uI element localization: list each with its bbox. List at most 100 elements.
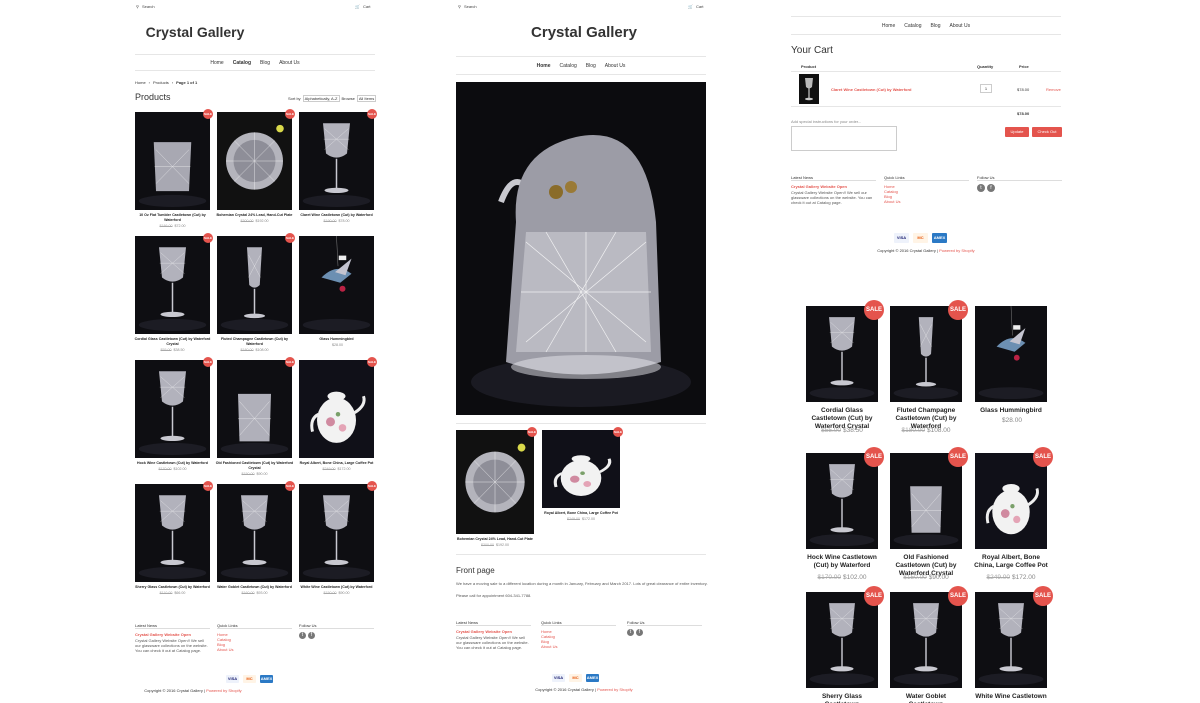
product-title[interactable]: Claret Wine Castletown (Cut) by Waterfor…	[297, 213, 376, 218]
product-image[interactable]	[975, 306, 1047, 402]
footer-follow: Follow Us t f	[627, 620, 702, 636]
powered-by-link[interactable]: Powered by Shopify	[939, 248, 975, 253]
product-title[interactable]: Fluted Champagne Castletown (Cut) by Wat…	[215, 337, 294, 347]
product-title[interactable]: Hock Wine Castletown (Cut) by Waterford	[804, 554, 880, 570]
instructions-textarea[interactable]	[791, 126, 897, 151]
cart-item-thumbnail[interactable]	[799, 74, 819, 104]
cart-link[interactable]: 🛒 Cart	[355, 4, 371, 9]
footer-link-about[interactable]: About Us	[217, 647, 292, 652]
product-image[interactable]	[299, 360, 374, 458]
payment-icons: VISA MC AMEX	[226, 675, 273, 683]
twitter-icon[interactable]: t	[977, 184, 985, 192]
powered-by-link[interactable]: Powered by Shopify	[597, 687, 633, 692]
news-title[interactable]: Crystal Gallery Website Open	[456, 629, 531, 634]
nav-home[interactable]: Home	[882, 23, 895, 29]
product-image[interactable]	[890, 306, 962, 402]
product-title[interactable]: Sherry Glass Castletown (Cut) by Waterfo…	[133, 585, 212, 590]
product-title[interactable]: Glass Hummingbird	[297, 337, 376, 342]
nav-blog[interactable]: Blog	[930, 23, 940, 29]
footer-news-heading: Latest News	[456, 620, 531, 626]
product-title[interactable]: Royal Albert, Bone China, Large Coffee P…	[973, 554, 1049, 570]
product-image[interactable]	[299, 112, 374, 210]
product-image[interactable]	[806, 592, 878, 688]
cart-item-title[interactable]: Claret Wine Castletown (Cut) by Waterfor…	[831, 87, 912, 92]
product-image[interactable]	[135, 484, 210, 582]
nav-catalog[interactable]: Catalog	[233, 60, 251, 66]
nav-blog[interactable]: Blog	[586, 63, 596, 69]
product-title[interactable]: 10 Oz Flat Tumbler Castletown (Cut) by W…	[133, 213, 212, 223]
sort-select[interactable]: Alphabetically, A-Z	[302, 95, 340, 102]
checkout-button[interactable]: Check Out	[1032, 127, 1062, 137]
product-title[interactable]: Glass Hummingbird	[973, 407, 1049, 415]
nav-catalog[interactable]: Catalog	[560, 63, 577, 69]
price-current: $72.00	[174, 224, 186, 228]
amex-icon: AMEX	[586, 674, 599, 682]
nav-blog[interactable]: Blog	[260, 60, 270, 66]
product-title[interactable]: Old Fashioned Castletown (Cut) by Waterf…	[215, 461, 294, 471]
nav-home[interactable]: Home	[537, 63, 551, 69]
facebook-icon[interactable]: f	[987, 184, 995, 192]
product-image[interactable]	[217, 484, 292, 582]
product-image[interactable]	[135, 112, 210, 210]
twitter-icon[interactable]: t	[627, 629, 634, 636]
news-title[interactable]: Crystal Gallery Website Open	[791, 184, 876, 189]
quantity-input[interactable]: 1	[980, 84, 992, 93]
nav-about[interactable]: About Us	[950, 23, 971, 29]
update-button[interactable]: Update	[1005, 127, 1029, 137]
facebook-icon[interactable]: f	[636, 629, 643, 636]
remove-link[interactable]: Remove	[1046, 87, 1061, 92]
store-logo[interactable]: Crystal Gallery	[0, 24, 390, 40]
product-title[interactable]: Royal Albert, Bone China, Large Coffee P…	[297, 461, 376, 466]
product-image[interactable]	[217, 112, 292, 210]
product-image[interactable]	[975, 592, 1047, 688]
cart-link[interactable]: 🛒 Cart	[688, 4, 704, 9]
product-title[interactable]: Bohemian Crystal 24% Lead, Hand-Cut Plat…	[215, 213, 294, 218]
visa-icon: VISA	[552, 674, 565, 682]
news-title[interactable]: Crystal Gallery Website Open	[135, 632, 210, 637]
twitter-icon[interactable]: t	[299, 632, 306, 639]
breadcrumb-home[interactable]: Home	[135, 80, 146, 85]
sale-badge: SALE	[203, 109, 213, 119]
product-image[interactable]	[890, 592, 962, 688]
product-image[interactable]	[542, 430, 620, 508]
store-logo[interactable]: Crystal Gallery	[406, 24, 762, 41]
product-title[interactable]: Royal Albert, Bone China, Large Coffee P…	[540, 511, 622, 516]
powered-by-link[interactable]: Powered by Shopify	[206, 688, 242, 693]
product-image[interactable]	[135, 360, 210, 458]
sale-badge: SALE	[367, 481, 377, 491]
facebook-icon[interactable]: f	[308, 632, 315, 639]
nav-home[interactable]: Home	[210, 60, 223, 66]
product-image[interactable]	[806, 306, 878, 402]
product-image[interactable]	[299, 484, 374, 582]
product-title[interactable]: White Wine Castletown (Cut) by Waterford	[297, 585, 376, 590]
footer-link-about[interactable]: About Us	[541, 644, 616, 649]
product-title[interactable]: Sherry Glass Castletown	[804, 693, 880, 703]
product-image[interactable]	[217, 236, 292, 334]
product-title[interactable]: Water Goblet Castletown (Cut) by Waterfo…	[215, 585, 294, 590]
product-title[interactable]: White Wine Castletown	[973, 693, 1049, 701]
nav-about[interactable]: About Us	[605, 63, 626, 69]
product-image[interactable]	[806, 453, 878, 549]
product-image[interactable]	[299, 236, 374, 334]
nav-catalog[interactable]: Catalog	[904, 23, 921, 29]
footer-follow-heading: Follow Us	[977, 175, 1062, 181]
product-image[interactable]	[456, 430, 534, 534]
product-image[interactable]	[890, 453, 962, 549]
search-link[interactable]: ⚲ Search	[136, 4, 155, 9]
product-image[interactable]	[217, 360, 292, 458]
sale-badge: SALE	[613, 427, 623, 437]
price-old: $249.00	[567, 517, 580, 521]
product-image[interactable]	[135, 236, 210, 334]
product-title[interactable]: Bohemian Crystal 24% Lead, Hand-Cut Plat…	[454, 537, 536, 542]
search-link[interactable]: ⚲ Search	[458, 4, 477, 9]
nav-about[interactable]: About Us	[279, 60, 300, 66]
footer-link-about[interactable]: About Us	[884, 199, 969, 204]
product-title[interactable]: Water Goblet Castletown	[888, 693, 964, 703]
product-title[interactable]: Hock Wine Castletown (Cut) by Waterford	[133, 461, 212, 466]
product-image[interactable]	[975, 453, 1047, 549]
breadcrumb-products[interactable]: Products	[153, 80, 169, 85]
browse-select[interactable]: All Items	[356, 95, 377, 102]
sale-badge: SALE	[948, 300, 968, 320]
product-title[interactable]: Cordial Glass Castletown (Cut) by Waterf…	[133, 337, 212, 347]
search-icon: ⚲	[458, 4, 461, 9]
